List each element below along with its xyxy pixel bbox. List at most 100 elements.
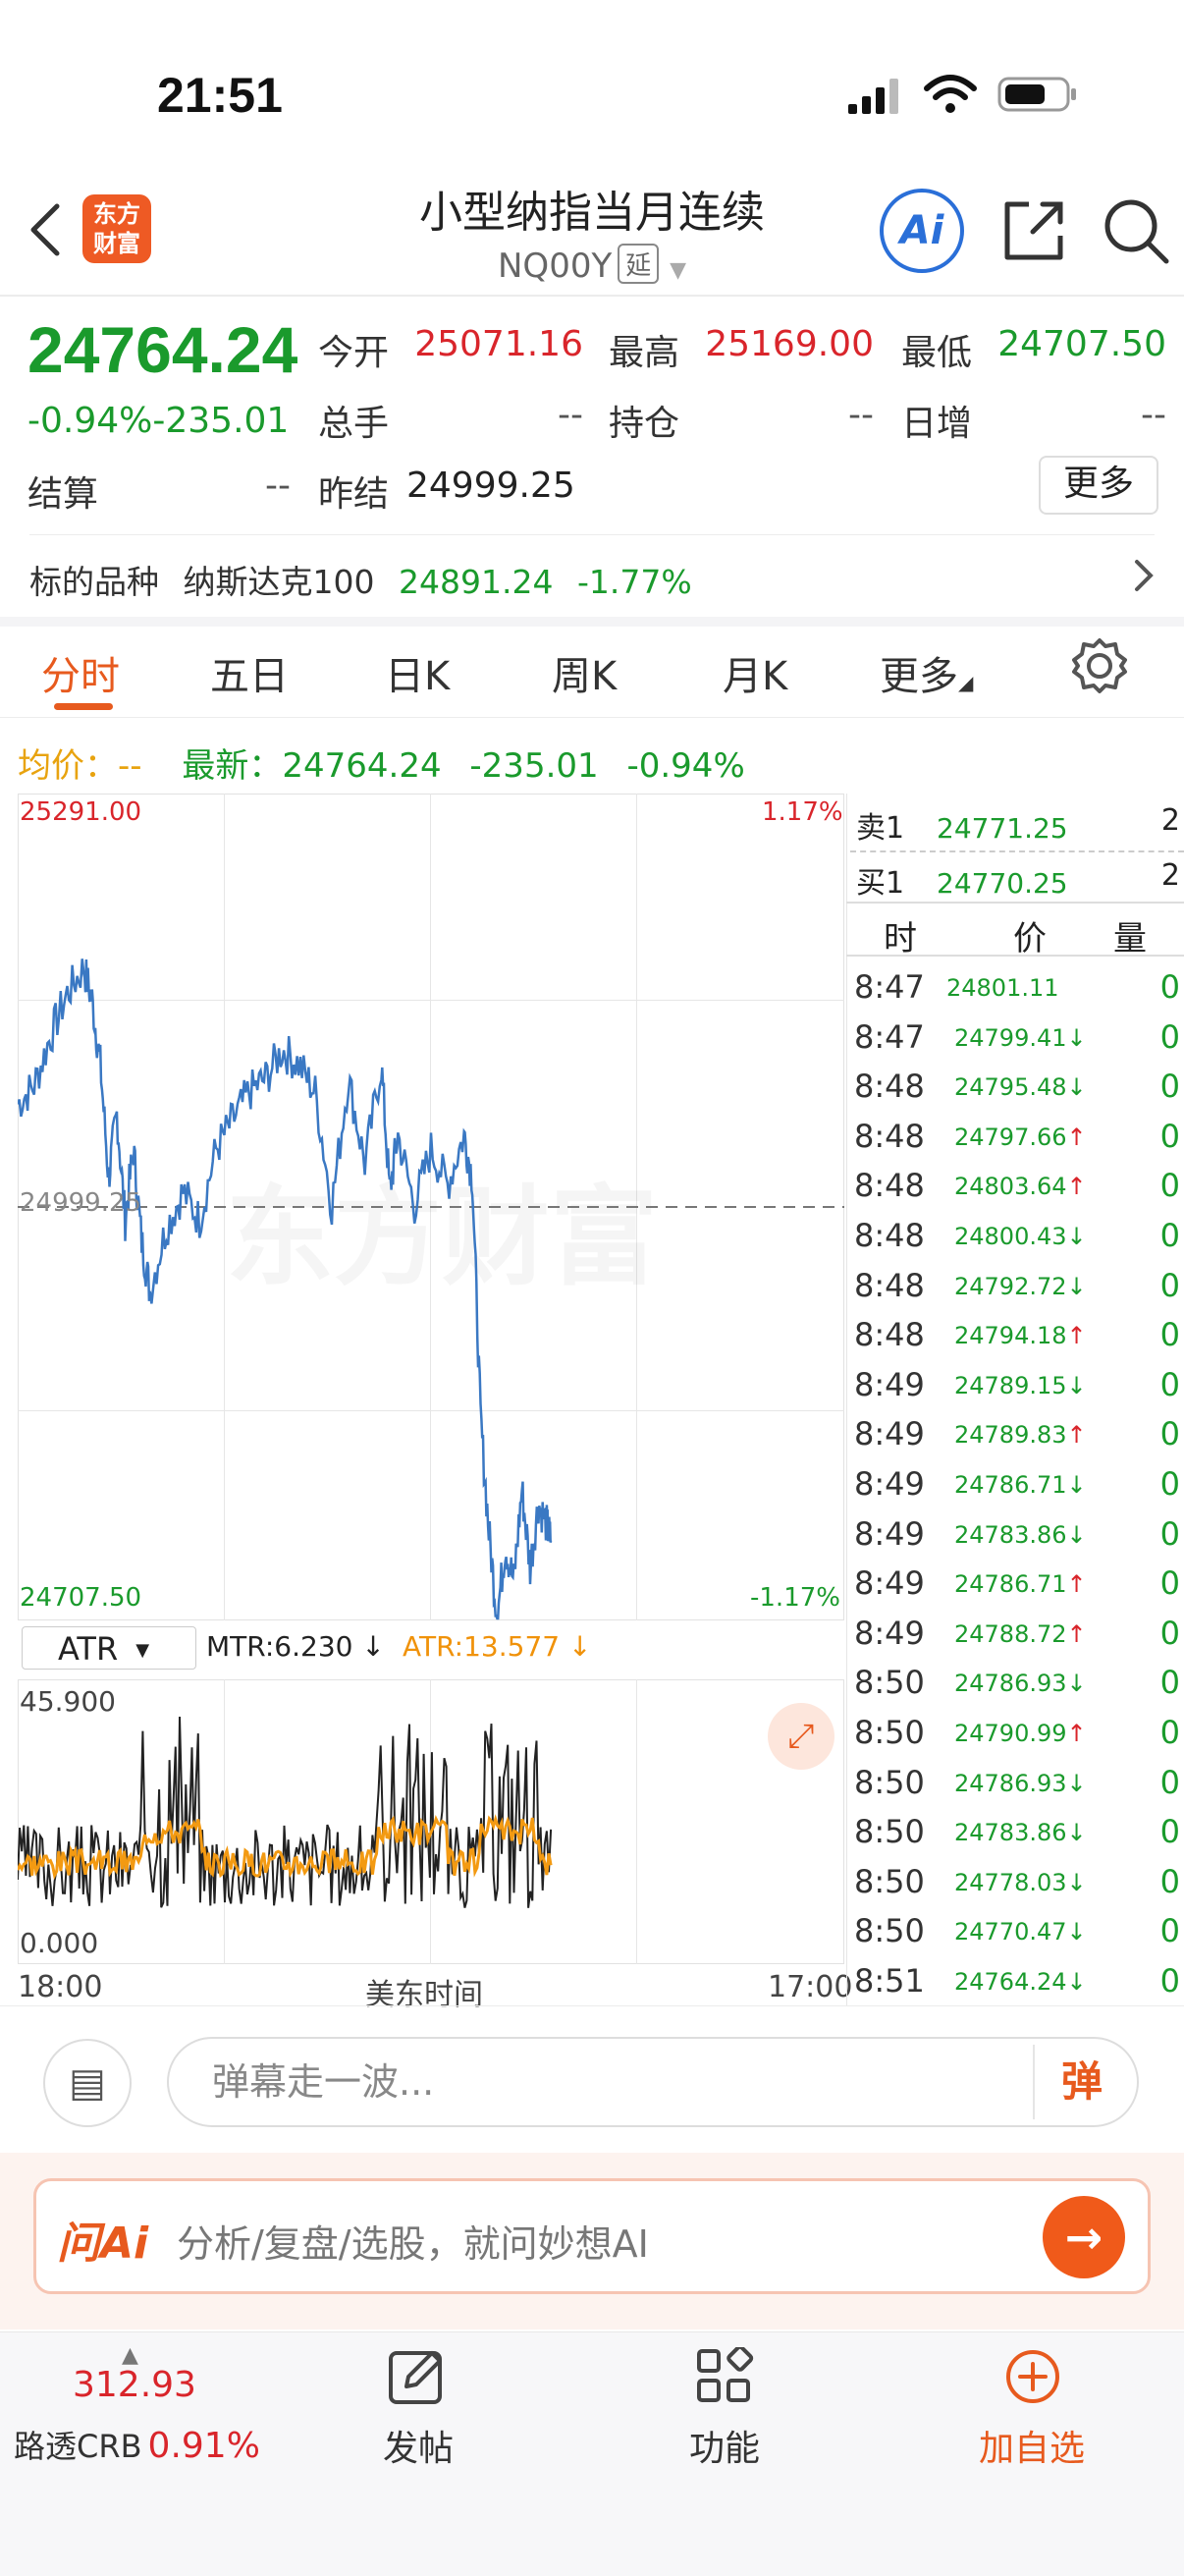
tab-monthly-k[interactable]: 月K: [723, 644, 787, 701]
share-icon[interactable]: [999, 196, 1068, 265]
tab-daily-k[interactable]: 日K: [385, 644, 450, 701]
position-value: --: [848, 395, 874, 435]
indicator-select[interactable]: ATR ▼: [22, 1626, 196, 1670]
atr-chart: [18, 1716, 553, 1908]
nav-add-watchlist[interactable]: 加自选: [958, 2420, 1105, 2471]
last-price: 24764.24: [27, 313, 298, 386]
orderbook-dash: [850, 850, 1184, 852]
tabs-divider: [0, 717, 1184, 718]
tick-qty: 0: [1159, 1217, 1180, 1254]
tick-row: 8:48 24797.66↑ 0: [848, 1112, 1184, 1162]
functions-grid-icon[interactable]: [695, 2347, 754, 2406]
danmu-list-icon[interactable]: ▤: [43, 2039, 132, 2127]
tick-time: 8:50: [854, 1714, 925, 1751]
nav-post[interactable]: 发帖: [357, 2420, 479, 2471]
tick-time: 8:50: [854, 1813, 925, 1851]
tick-qty: 0: [1159, 1564, 1180, 1603]
tick-qty: 0: [1159, 1912, 1180, 1950]
more-fields-button[interactable]: 更多: [1039, 456, 1158, 515]
index-ticker[interactable]: 路透CRB 0.91%: [14, 2422, 260, 2467]
tick-row: 8:48 24795.48↓ 0: [848, 1062, 1184, 1112]
ai-assistant-button[interactable]: Ai: [880, 189, 964, 273]
danmu-input[interactable]: 弹幕走一波...: [167, 2037, 1139, 2127]
caret-corner-icon: ◢: [958, 671, 974, 694]
indicator-select-label: ATR: [58, 1630, 119, 1668]
tick-qty: 0: [1159, 1813, 1180, 1851]
signal-icon: [848, 79, 898, 114]
tick-price: 24788.72↑: [954, 1619, 1087, 1648]
tick-time: 8:48: [854, 1068, 925, 1106]
tick-qty: 0: [1159, 1068, 1180, 1106]
mtr-readout: MTR:6.230 ↓: [206, 1630, 385, 1663]
orderbook-divider: [846, 794, 847, 2005]
edit-post-icon[interactable]: [387, 2347, 446, 2406]
ticks-header-time: 时: [884, 919, 917, 959]
tick-qty: 0: [1159, 1465, 1180, 1503]
expand-icon[interactable]: ⤢: [768, 1703, 834, 1770]
tick-price: 24770.47↓: [954, 1918, 1087, 1946]
security-code-text: NQ00Y: [498, 247, 613, 286]
arrow-down-icon: ↓: [1066, 1769, 1087, 1797]
brand-logo: 东方财富: [82, 194, 151, 263]
danmu-toggle-button[interactable]: 弹: [1033, 2045, 1129, 2119]
buy-1-label: 买1: [856, 866, 905, 901]
tick-time: 8:48: [854, 1266, 925, 1304]
latest-value: 24764.24: [282, 746, 442, 786]
tick-time: 8:48: [854, 1316, 925, 1354]
tick-qty: 0: [1159, 1862, 1180, 1900]
tick-row: 8:50 24786.93↓ 0: [848, 1758, 1184, 1808]
back-arrow-icon[interactable]: [26, 200, 65, 259]
arrow-down-icon: ↓: [1066, 1868, 1087, 1896]
latest-change: -235.01: [469, 746, 599, 786]
tick-time: 8:49: [854, 1415, 925, 1453]
volume-value: --: [558, 395, 583, 435]
tick-qty: 0: [1159, 1365, 1180, 1403]
ticks-header-price: 价: [1013, 919, 1047, 959]
tick-time: 8:50: [854, 1862, 925, 1900]
security-code[interactable]: NQ00Y 延 ▼: [295, 244, 889, 286]
arrow-right-icon[interactable]: →: [1043, 2196, 1125, 2278]
tab-weekly-k[interactable]: 周K: [552, 644, 617, 701]
settings-gear-icon[interactable]: [1070, 636, 1129, 695]
battery-icon: [997, 77, 1076, 112]
chart-bottom-divider: [0, 2005, 1184, 2006]
search-icon[interactable]: [1100, 194, 1172, 267]
tab-more[interactable]: 更多◢: [880, 644, 973, 701]
avg-latest-row: 均价：-- 最新：24764.24 -235.01 -0.94%: [18, 739, 745, 787]
status-time: 21:51: [157, 68, 283, 123]
add-watchlist-icon[interactable]: [1003, 2347, 1062, 2406]
underlying-label: 标的品种: [29, 563, 159, 601]
tick-time: 8:48: [854, 1117, 925, 1155]
tick-price: 24789.83↑: [954, 1421, 1087, 1450]
atr-max-label: 45.900: [20, 1685, 116, 1718]
tick-time: 8:49: [854, 1514, 925, 1553]
underlying-row[interactable]: 标的品种 纳斯达克100 24891.24 -1.77%: [29, 556, 692, 603]
sell-1-row: 卖1 24771.25 2: [848, 803, 1184, 847]
buy-1-qty: 2: [1160, 858, 1180, 893]
tick-row: 8:48 24800.43↓ 0: [848, 1211, 1184, 1261]
price-change: -0.94%-235.01: [27, 401, 289, 441]
tick-price: 24803.64↑: [954, 1173, 1087, 1201]
index-pct: 0.91%: [147, 2426, 260, 2466]
sell-1-price: 24771.25: [937, 812, 1068, 845]
tab-intraday[interactable]: 分时: [41, 644, 120, 701]
tick-row: 8:49 24786.71↑ 0: [848, 1559, 1184, 1609]
tick-price: 24778.03↓: [954, 1868, 1087, 1896]
tick-time: 8:48: [854, 1217, 925, 1254]
tick-price: 24783.86↓: [954, 1520, 1087, 1549]
daily-inc-label: 日增: [901, 404, 973, 444]
arrow-down-icon: ↓: [1066, 1023, 1087, 1052]
tick-row: 8:49 24789.15↓ 0: [848, 1360, 1184, 1410]
tick-time: 8:51: [854, 1962, 925, 2000]
chevron-right-icon[interactable]: [1129, 556, 1158, 595]
nav-functions[interactable]: 功能: [664, 2420, 785, 2471]
delay-badge: 延: [618, 244, 660, 284]
tab-five-day[interactable]: 五日: [210, 644, 289, 701]
change-abs: -235.01: [152, 401, 290, 441]
change-pct: -0.94%: [27, 401, 153, 441]
prev-settle-label: 昨结: [318, 474, 390, 515]
tick-row: 8:50 24778.03↓ 0: [848, 1857, 1184, 1907]
dropdown-triangle-icon: ▼: [135, 1640, 150, 1661]
open-label: 今开: [318, 333, 390, 373]
atr-readout: ATR:13.577 ↓: [403, 1630, 592, 1663]
